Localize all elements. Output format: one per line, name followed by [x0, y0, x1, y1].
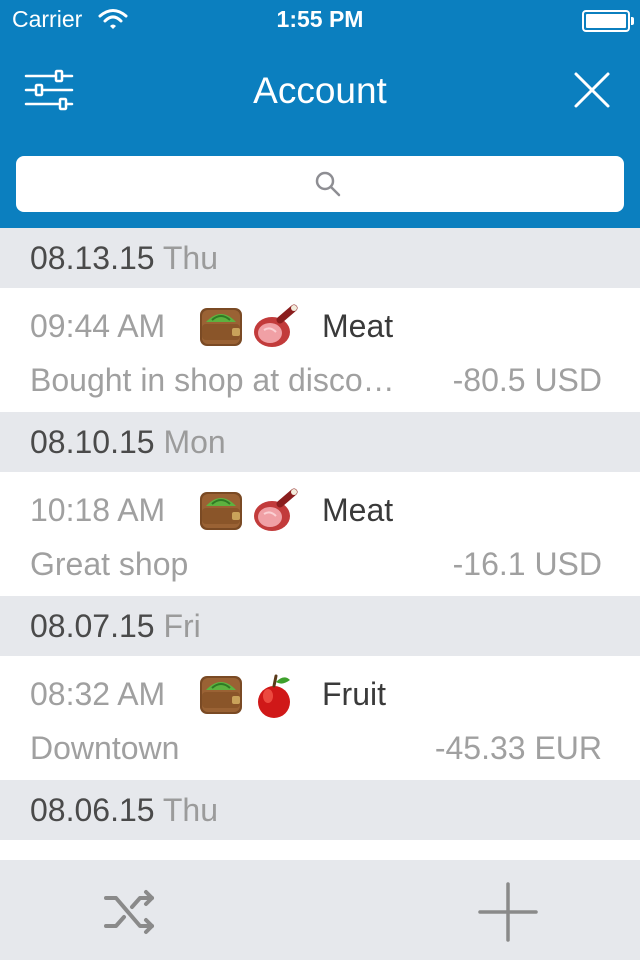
transaction-list: 08.13.15 Thu 09:44 AM Meat Bought in sho…: [0, 228, 640, 860]
category-label: Meat: [322, 492, 394, 528]
transaction-row[interactable]: 10:18 AM Meat Great shop -16.1 USD: [0, 472, 640, 596]
wallet-icon: [200, 676, 242, 714]
date-header: 08.10.15 Mon: [0, 412, 640, 472]
date-label: 08.07.15: [30, 608, 155, 644]
shuffle-icon: [104, 890, 154, 934]
transaction-row[interactable]: 08:32 AM Fruit Downtown -45.33 EUR: [0, 656, 640, 780]
wallet-icon: [200, 308, 242, 346]
date-header: 08.06.15 Thu: [0, 780, 640, 840]
category-label: Meat: [322, 308, 394, 344]
weekday-label: Mon: [163, 424, 226, 460]
transaction-amount: -80.5 USD: [452, 362, 602, 398]
transaction-note: Downtown: [30, 730, 180, 766]
battery-icon: [582, 10, 634, 32]
status-bar: Carrier 1:55 PM: [0, 0, 640, 40]
plus-icon: [478, 882, 538, 942]
transaction-amount: -45.33 EUR: [434, 730, 602, 766]
weekday-label: Fri: [163, 608, 201, 644]
status-time: 1:55 PM: [276, 6, 364, 32]
date-label: 08.10.15: [30, 424, 155, 460]
transaction-time: 10:18 AM: [30, 492, 166, 528]
date-label: 08.13.15: [30, 240, 155, 276]
search-input[interactable]: [16, 156, 624, 212]
transaction-amount: -16.1 USD: [452, 546, 602, 582]
shuffle-button[interactable]: [102, 884, 158, 940]
transaction-time: 09:44 AM: [30, 308, 166, 344]
close-icon: [574, 72, 610, 108]
add-button[interactable]: [478, 882, 538, 942]
date-label: 08.06.15: [30, 792, 155, 828]
transaction-note: Bought in shop at disco…: [30, 362, 395, 398]
page-title: Account: [253, 70, 387, 111]
date-header: 08.07.15 Fri: [0, 596, 640, 656]
date-header: 08.13.15 Thu: [0, 228, 640, 288]
apple-icon: [258, 674, 290, 718]
transaction-note: Great shop: [30, 546, 189, 582]
meat-icon: [254, 488, 298, 531]
wallet-icon: [200, 492, 242, 530]
meat-icon: [254, 304, 298, 347]
transaction-time: 08:32 AM: [30, 676, 166, 712]
transaction-row[interactable]: 09:44 AM Meat Bought in shop at disco… -…: [0, 288, 640, 412]
close-button[interactable]: [572, 70, 612, 110]
category-label: Fruit: [322, 676, 386, 712]
nav-bar: Account: [0, 40, 640, 150]
weekday-label: Thu: [162, 240, 219, 276]
bottom-toolbar: [0, 860, 640, 960]
weekday-label: Thu: [162, 792, 219, 828]
transaction-row[interactable]: [0, 840, 640, 860]
header: Carrier 1:55 PM Account: [0, 0, 640, 228]
search-icon: [315, 171, 341, 197]
